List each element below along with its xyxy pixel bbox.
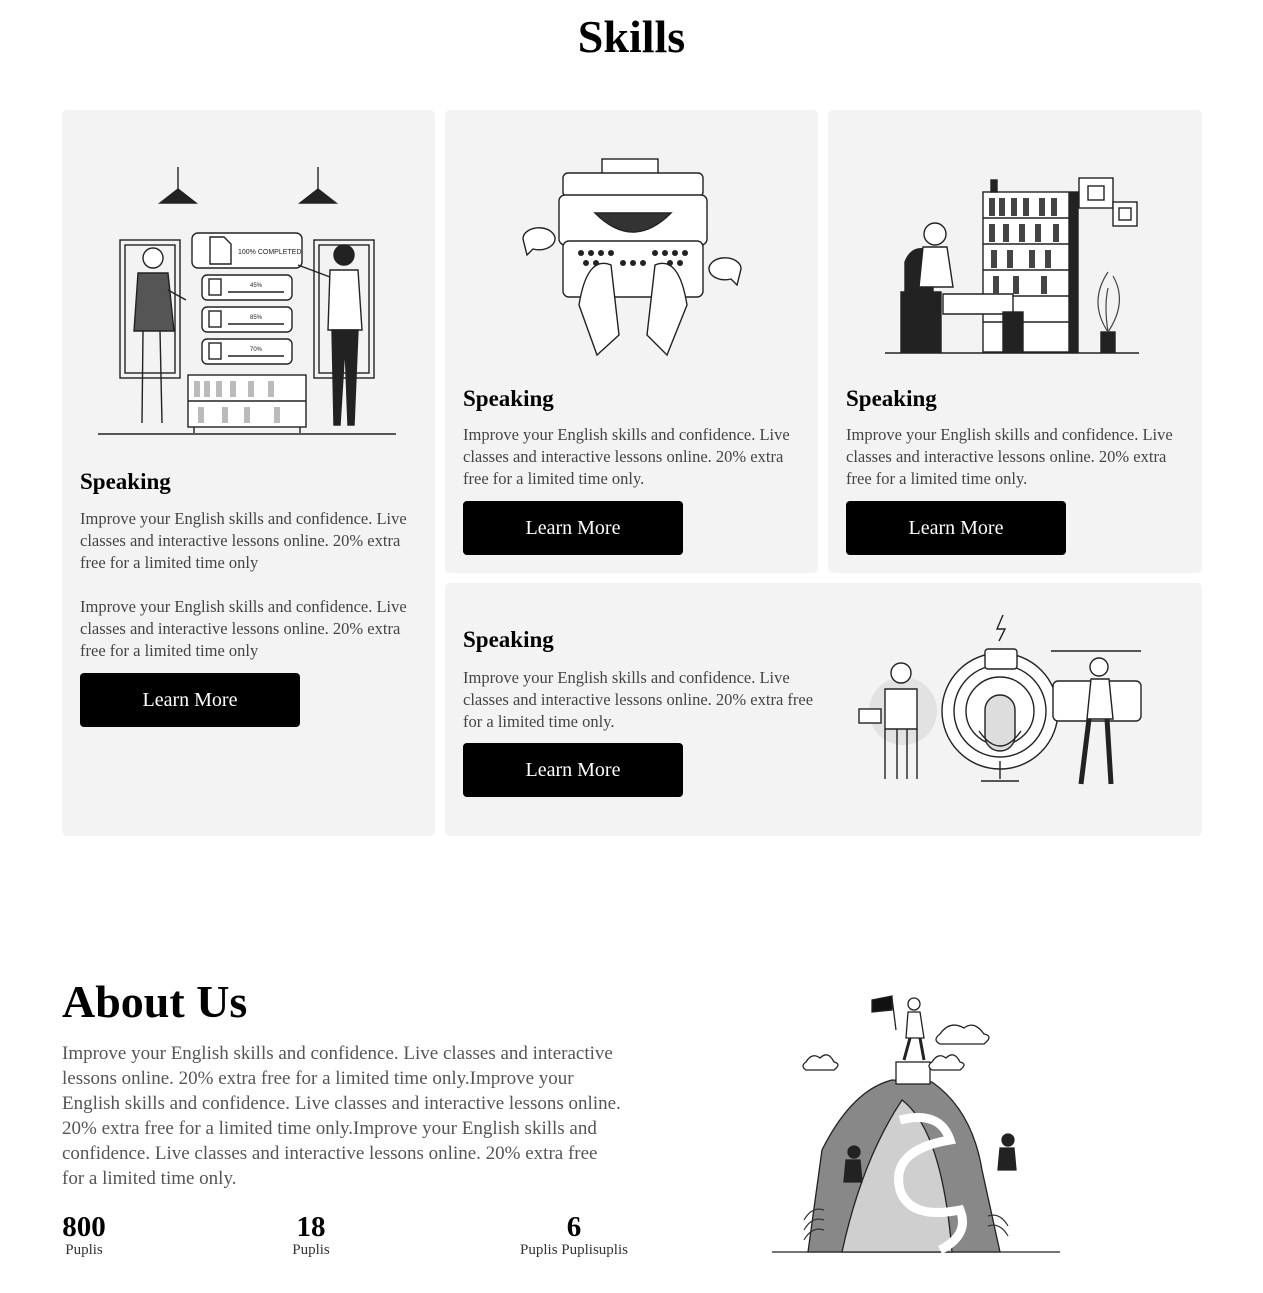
stat-value: 6 xyxy=(566,1211,582,1243)
card-description: Improve your English skills and confiden… xyxy=(846,425,1173,488)
skill-card-3: Speaking Improve your English skills and… xyxy=(828,110,1202,573)
skills-heading: Skills xyxy=(577,11,686,62)
card-title: Speaking xyxy=(80,469,171,494)
stat-label: Puplis Puplisuplis xyxy=(520,1242,628,1258)
learn-more-button[interactable]: Learn More xyxy=(463,501,683,555)
stat-value: 800 xyxy=(62,1211,106,1243)
skill-card-1: 100% COMPLETED 45% 85% 70% Speaking Impr… xyxy=(62,110,435,836)
progress-illustration: 100% COMPLETED 45% 85% 70% xyxy=(98,167,396,435)
progress-label: 85% xyxy=(250,315,263,321)
podcast-illustration xyxy=(858,614,1142,785)
stat-value: 18 xyxy=(296,1211,326,1243)
completed-label: 100% COMPLETED xyxy=(238,249,301,256)
skill-card-4: Speaking Improve your English skills and… xyxy=(445,583,1202,836)
stat-label: Puplis xyxy=(65,1242,103,1258)
card-title: Speaking xyxy=(463,627,554,652)
skill-card-2: Speaking Improve your English skills and… xyxy=(445,110,818,573)
progress-label: 70% xyxy=(250,347,263,353)
learn-more-button[interactable]: Learn More xyxy=(463,743,683,797)
card-description: Improve your English skills and confiden… xyxy=(463,668,814,731)
mountain-climb-illustration xyxy=(772,995,1060,1255)
stat-pupils: 6 Puplis Puplisuplis xyxy=(510,1212,638,1258)
learn-more-button[interactable]: Learn More xyxy=(80,673,300,727)
typewriter-illustration xyxy=(522,158,742,357)
about-description: Improve your English skills and confiden… xyxy=(62,1043,621,1189)
progress-label: 45% xyxy=(250,283,263,289)
card-description: Improve your English skills and confiden… xyxy=(463,425,790,488)
card-description: Improve your English skills and confiden… xyxy=(80,509,407,572)
stat-label: Puplis xyxy=(292,1242,330,1258)
stat-pupils: 18 Puplis xyxy=(286,1212,336,1258)
about-heading: About Us xyxy=(62,976,248,1027)
stat-pupils: 800 Puplis xyxy=(62,1212,106,1258)
card-title: Speaking xyxy=(846,386,937,411)
card-description: Improve your English skills and confiden… xyxy=(80,597,407,660)
learn-more-button[interactable]: Learn More xyxy=(846,501,1066,555)
reading-illustration xyxy=(885,177,1139,354)
card-title: Speaking xyxy=(463,386,554,411)
